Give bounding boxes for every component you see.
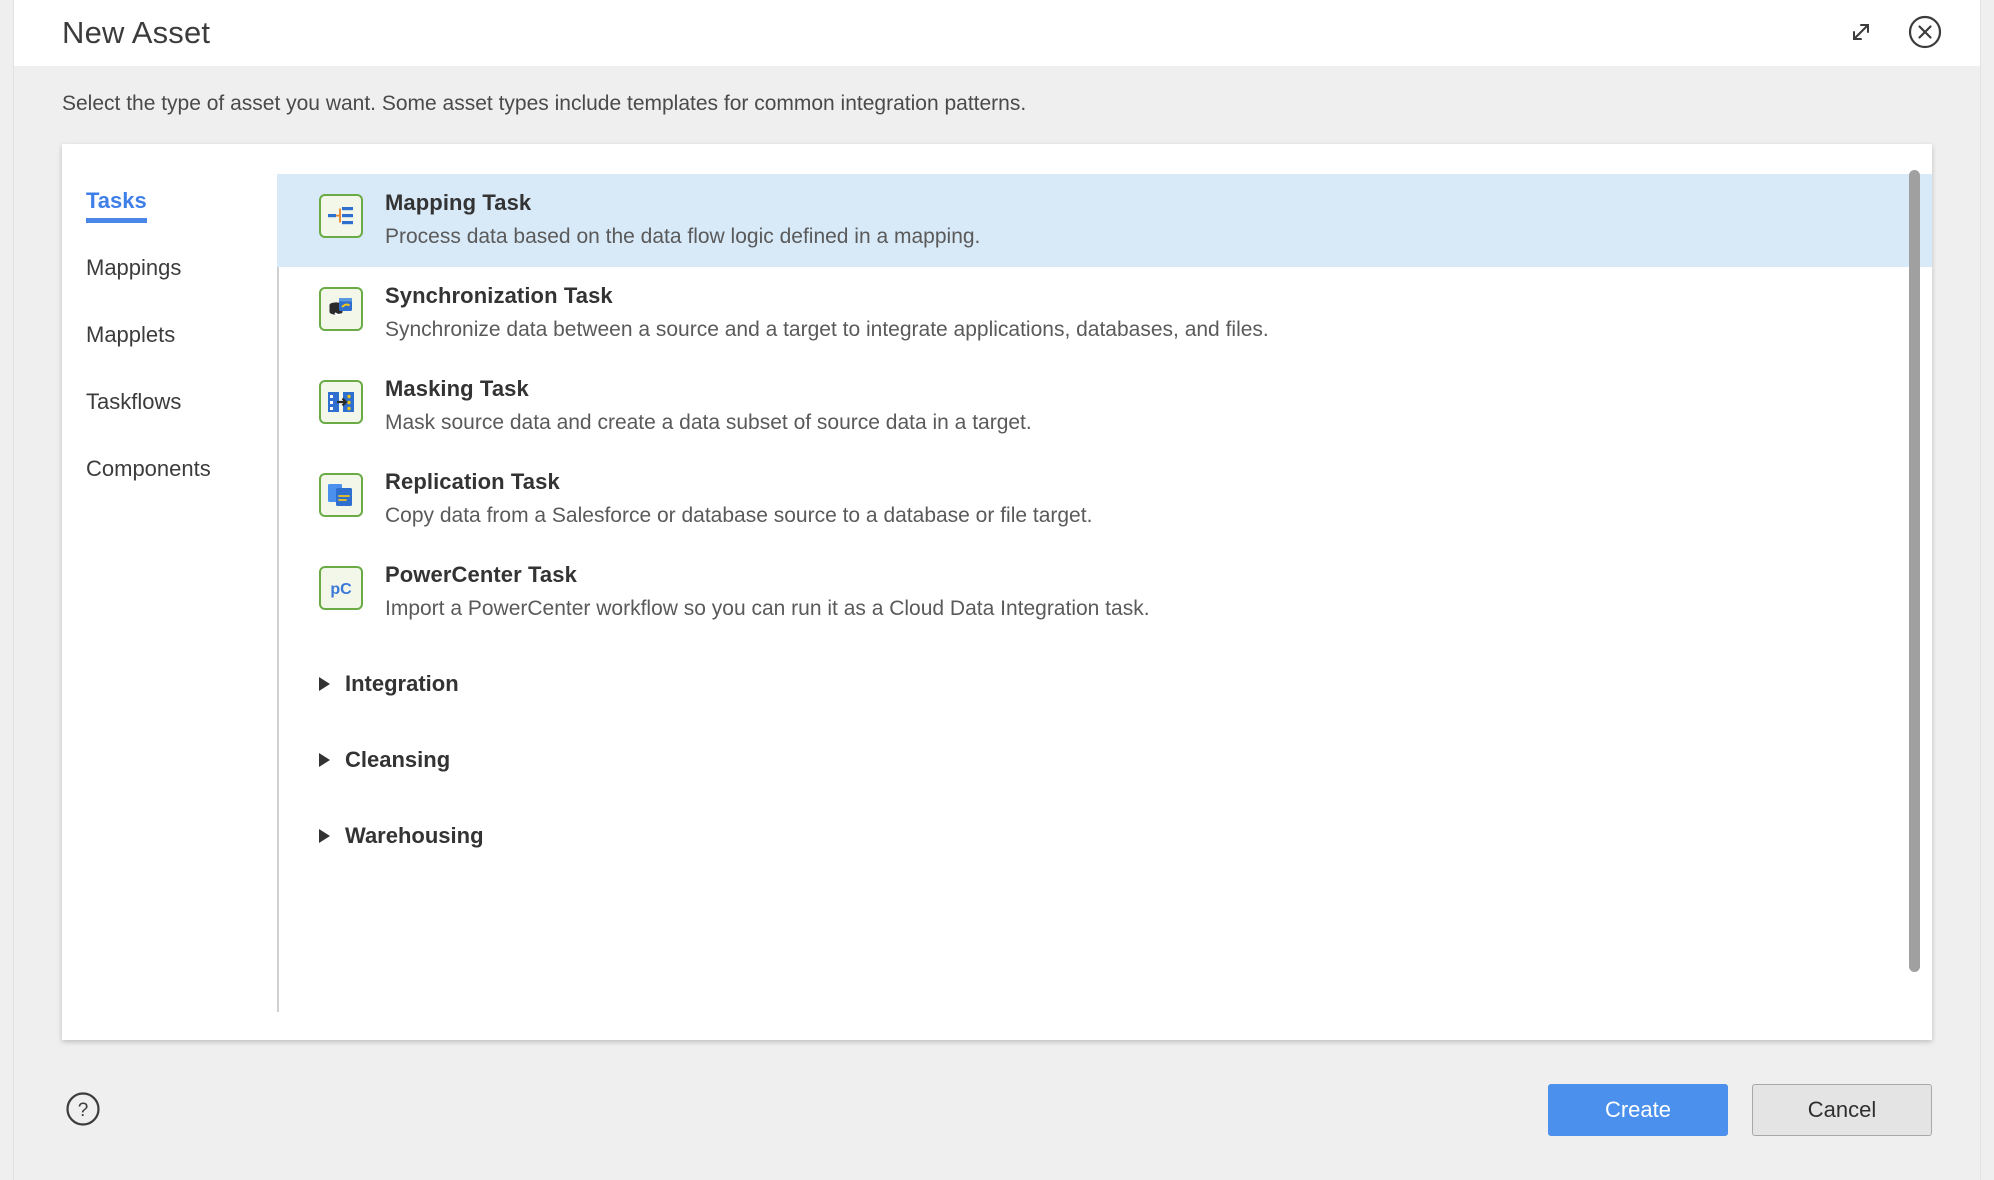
- group-label: Cleansing: [345, 747, 451, 772]
- asset-description: Mask source data and create a data subse…: [385, 411, 1032, 434]
- chevron-right-icon: [319, 753, 330, 767]
- asset-title: Masking Task: [385, 376, 529, 401]
- sidebar-item-components[interactable]: Components: [86, 456, 277, 523]
- asset-description: Copy data from a Salesforce or database …: [385, 504, 1093, 527]
- expand-button[interactable]: [1840, 12, 1882, 54]
- sidebar-item-label: Mapplets: [86, 322, 176, 347]
- group-label: Warehousing: [345, 823, 484, 848]
- asset-title: Mapping Task: [385, 190, 532, 215]
- svg-text:?: ?: [78, 1100, 89, 1121]
- asset-text: PowerCenter Task Import a PowerCenter wo…: [385, 562, 1932, 621]
- group-row-cleansing[interactable]: Cleansing: [277, 729, 1932, 791]
- page-title: New Asset: [62, 15, 211, 50]
- asset-description: Process data based on the data flow logi…: [385, 225, 981, 248]
- asset-row-powercenter-task[interactable]: pC PowerCenter Task Import a PowerCenter…: [277, 546, 1932, 639]
- asset-row-replication-task[interactable]: Replication Task Copy data from a Salesf…: [277, 453, 1932, 546]
- dialog-footer: ? Create Cancel: [14, 1040, 1980, 1180]
- sidebar-item-tasks[interactable]: Tasks: [86, 188, 277, 255]
- close-button[interactable]: [1904, 12, 1946, 54]
- sidebar-item-label: Tasks: [86, 188, 147, 223]
- asset-title: Synchronization Task: [385, 283, 613, 308]
- masking-task-icon: [319, 380, 363, 424]
- asset-text: Masking Task Mask source data and create…: [385, 376, 1932, 435]
- asset-row-mapping-task[interactable]: Mapping Task Process data based on the d…: [277, 174, 1932, 267]
- new-asset-dialog: New Asset Select the type of asset you w…: [14, 0, 1980, 1180]
- asset-title: PowerCenter Task: [385, 562, 577, 587]
- dialog-subtitle: Select the type of asset you want. Some …: [62, 92, 1027, 115]
- asset-panel: Tasks Mappings Mapplets Taskflows Compon…: [62, 144, 1932, 1040]
- asset-title: Replication Task: [385, 469, 560, 494]
- help-button[interactable]: ?: [62, 1089, 104, 1131]
- category-sidebar: Tasks Mappings Mapplets Taskflows Compon…: [62, 144, 277, 1040]
- dialog-subtitle-bar: Select the type of asset you want. Some …: [14, 66, 1980, 144]
- help-circle-icon: ?: [63, 1089, 103, 1132]
- sidebar-item-label: Mappings: [86, 255, 182, 280]
- asset-text: Synchronization Task Synchronize data be…: [385, 283, 1932, 342]
- asset-description: Synchronize data between a source and a …: [385, 318, 1269, 341]
- dialog-titlebar: New Asset: [14, 0, 1980, 66]
- synchronization-task-icon: [319, 287, 363, 331]
- sidebar-item-label: Components: [86, 456, 211, 481]
- asset-row-masking-task[interactable]: Masking Task Mask source data and create…: [277, 360, 1932, 453]
- asset-text: Mapping Task Process data based on the d…: [385, 190, 1932, 249]
- dialog-body: Tasks Mappings Mapplets Taskflows Compon…: [14, 144, 1980, 1040]
- group-label: Integration: [345, 671, 459, 696]
- asset-row-synchronization-task[interactable]: Synchronization Task Synchronize data be…: [277, 267, 1932, 360]
- sidebar-item-taskflows[interactable]: Taskflows: [86, 389, 277, 456]
- create-button[interactable]: Create: [1548, 1084, 1728, 1136]
- footer-actions: Create Cancel: [1548, 1084, 1932, 1136]
- replication-task-icon: [319, 473, 363, 517]
- sidebar-item-label: Taskflows: [86, 389, 182, 414]
- scrollbar-thumb[interactable]: [1909, 170, 1920, 972]
- powercenter-task-icon: pC: [319, 566, 363, 610]
- group-row-integration[interactable]: Integration: [277, 653, 1932, 715]
- mapping-task-icon: [319, 194, 363, 238]
- close-circle-icon: [1906, 13, 1944, 54]
- sidebar-item-mapplets[interactable]: Mapplets: [86, 322, 277, 389]
- titlebar-actions: [1840, 12, 1946, 54]
- svg-text:pC: pC: [330, 581, 352, 598]
- sidebar-item-mappings[interactable]: Mappings: [86, 255, 277, 322]
- asset-text: Replication Task Copy data from a Salesf…: [385, 469, 1932, 528]
- group-row-warehousing[interactable]: Warehousing: [277, 805, 1932, 867]
- cancel-button[interactable]: Cancel: [1752, 1084, 1932, 1136]
- expand-icon: [1844, 15, 1878, 52]
- chevron-right-icon: [319, 829, 330, 843]
- list-scrollbar[interactable]: [1906, 170, 1922, 1014]
- asset-description: Import a PowerCenter workflow so you can…: [385, 597, 1150, 620]
- chevron-right-icon: [319, 677, 330, 691]
- asset-list: Mapping Task Process data based on the d…: [277, 144, 1932, 1040]
- footer-left: ?: [62, 1089, 1548, 1131]
